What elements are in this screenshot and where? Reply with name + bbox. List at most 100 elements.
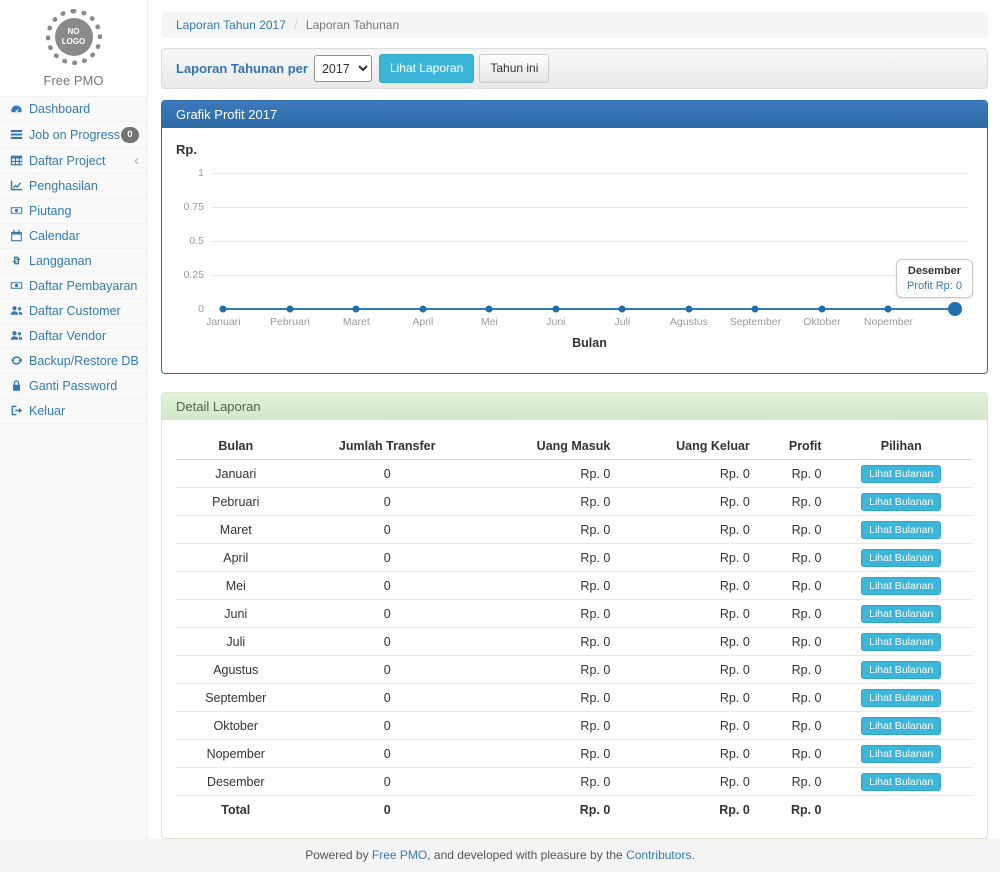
cell-uang_keluar: Rp. 0 <box>618 460 757 488</box>
lihat-laporan-button[interactable]: Lihat Laporan <box>379 54 474 83</box>
cell-uang_masuk: Rp. 0 <box>479 768 618 796</box>
lihat-bulanan-button[interactable]: Lihat Bulanan <box>861 493 941 511</box>
chart-point-maret[interactable] <box>353 306 360 313</box>
sidebar-item-backup-restore-db[interactable]: Backup/Restore DB <box>0 349 147 374</box>
cell-bulan: April <box>176 544 296 572</box>
money-icon <box>8 204 25 217</box>
chart-point-agustus[interactable] <box>685 306 692 313</box>
lihat-bulanan-button[interactable]: Lihat Bulanan <box>861 661 941 679</box>
chart-point-juli[interactable] <box>619 306 626 313</box>
chart-point-pebruari[interactable] <box>286 306 293 313</box>
year-select[interactable]: 2017 <box>314 55 372 82</box>
chart-point-januari[interactable] <box>220 306 227 313</box>
line-chart-icon <box>8 179 25 192</box>
cell-uang_keluar: Rp. 0 <box>618 488 757 516</box>
sidebar-item-label: Calendar <box>29 229 80 243</box>
cell-jumlah_transfer: 0 <box>296 460 479 488</box>
cell-bulan: Total <box>176 796 296 822</box>
table-row-desember: Desember0Rp. 0Rp. 0Rp. 0Lihat Bulanan <box>176 768 973 796</box>
cell-uang_masuk: Rp. 0 <box>479 600 618 628</box>
sign-out-icon <box>8 404 25 417</box>
cell-uang_keluar: Rp. 0 <box>618 544 757 572</box>
free-pmo-link[interactable]: Free PMO <box>372 848 427 862</box>
cell-uang_masuk: Rp. 0 <box>479 544 618 572</box>
breadcrumb-link-laporan-tahun[interactable]: Laporan Tahun 2017 <box>176 18 286 32</box>
cell-profit: Rp. 0 <box>758 544 830 572</box>
lihat-bulanan-button[interactable]: Lihat Bulanan <box>861 773 941 791</box>
cell-jumlah_transfer: 0 <box>296 488 479 516</box>
page: NO LOGO Free PMO DashboardJob on Progres… <box>0 0 1000 839</box>
chart-panel-title: Grafik Profit 2017 <box>162 101 987 128</box>
contributors-link[interactable]: Contributors. <box>626 848 695 862</box>
sidebar-item-label: Backup/Restore DB <box>29 354 139 368</box>
sidebar-item-calendar[interactable]: Calendar <box>0 224 147 249</box>
chart-point-desember[interactable] <box>948 302 962 316</box>
chart-point-juni[interactable] <box>552 306 559 313</box>
cell-uang_keluar: Rp. 0 <box>618 768 757 796</box>
cell-uang_keluar: Rp. 0 <box>618 712 757 740</box>
cell-jumlah_transfer: 0 <box>296 712 479 740</box>
cell-uang_keluar: Rp. 0 <box>618 572 757 600</box>
chart-y-axis-title: Rp. <box>176 142 975 157</box>
gridline <box>212 207 967 208</box>
x-axis-tick: Mei <box>481 316 498 328</box>
refresh-icon <box>8 354 25 367</box>
chart-point-september[interactable] <box>752 306 759 313</box>
cell-profit: Rp. 0 <box>758 740 830 768</box>
sidebar-item-langganan[interactable]: Langganan <box>0 249 147 274</box>
x-axis-tick: Maret <box>343 316 370 328</box>
lihat-bulanan-button[interactable]: Lihat Bulanan <box>861 717 941 735</box>
sidebar-item-dashboard[interactable]: Dashboard <box>0 97 147 122</box>
users-icon <box>8 304 25 317</box>
sidebar-item-job-on-progress[interactable]: Job on Progress0 <box>0 122 147 149</box>
sidebar-item-daftar-project[interactable]: Daftar Project‹ <box>0 149 147 174</box>
tasks-icon <box>8 128 25 141</box>
sidebar-item-piutang[interactable]: Piutang <box>0 199 147 224</box>
detail-panel-title: Detail Laporan <box>162 393 987 420</box>
lihat-bulanan-button[interactable]: Lihat Bulanan <box>861 633 941 651</box>
chart-point-nopember[interactable] <box>885 306 892 313</box>
sidebar-item-daftar-vendor[interactable]: Daftar Vendor <box>0 324 147 349</box>
cell-pilihan: Lihat Bulanan <box>830 516 974 544</box>
tahun-ini-button[interactable]: Tahun ini <box>479 54 549 83</box>
lihat-bulanan-button[interactable]: Lihat Bulanan <box>861 605 941 623</box>
x-axis-tick: April <box>412 316 433 328</box>
cell-bulan: Agustus <box>176 656 296 684</box>
lihat-bulanan-button[interactable]: Lihat Bulanan <box>861 465 941 483</box>
x-axis-tick: Agustus <box>670 316 708 328</box>
cell-pilihan: Lihat Bulanan <box>830 684 974 712</box>
table-icon <box>8 154 25 167</box>
x-axis-tick: Juli <box>614 316 630 328</box>
sidebar-item-daftar-customer[interactable]: Daftar Customer <box>0 299 147 324</box>
lihat-bulanan-button[interactable]: Lihat Bulanan <box>861 745 941 763</box>
sidebar-item-label: Keluar <box>29 404 65 418</box>
sidebar-item-label: Ganti Password <box>29 379 117 393</box>
y-axis-tick: 1 <box>174 167 204 179</box>
y-axis-tick: 0 <box>174 303 204 315</box>
x-axis-tick: Oktober <box>803 316 840 328</box>
sidebar-item-label: Piutang <box>29 204 71 218</box>
table-row-pebruari: Pebruari0Rp. 0Rp. 0Rp. 0Lihat Bulanan <box>176 488 973 516</box>
chart-point-mei[interactable] <box>486 306 493 313</box>
sidebar-item-ganti-password[interactable]: Ganti Password <box>0 374 147 399</box>
chart-point-april[interactable] <box>419 306 426 313</box>
footer: Powered by Free PMO, and developed with … <box>0 839 1000 872</box>
cell-pilihan: Lihat Bulanan <box>830 488 974 516</box>
x-axis-tick: Juni <box>546 316 565 328</box>
cell-uang_masuk: Rp. 0 <box>479 656 618 684</box>
sidebar-item-daftar-pembayaran[interactable]: Daftar Pembayaran <box>0 274 147 299</box>
lihat-bulanan-button[interactable]: Lihat Bulanan <box>861 577 941 595</box>
lihat-bulanan-button[interactable]: Lihat Bulanan <box>861 689 941 707</box>
lihat-bulanan-button[interactable]: Lihat Bulanan <box>861 521 941 539</box>
table-row-juli: Juli0Rp. 0Rp. 0Rp. 0Lihat Bulanan <box>176 628 973 656</box>
sidebar-item-penghasilan[interactable]: Penghasilan <box>0 174 147 199</box>
x-axis-tick: Januari <box>206 316 240 328</box>
lihat-bulanan-button[interactable]: Lihat Bulanan <box>861 549 941 567</box>
sidebar-item-label: Penghasilan <box>29 179 98 193</box>
chart-point-oktober[interactable] <box>818 306 825 313</box>
cell-pilihan: Lihat Bulanan <box>830 544 974 572</box>
table-row-september: September0Rp. 0Rp. 0Rp. 0Lihat Bulanan <box>176 684 973 712</box>
sidebar-item-keluar[interactable]: Keluar <box>0 399 147 424</box>
cell-pilihan: Lihat Bulanan <box>830 572 974 600</box>
cell-profit: Rp. 0 <box>758 572 830 600</box>
